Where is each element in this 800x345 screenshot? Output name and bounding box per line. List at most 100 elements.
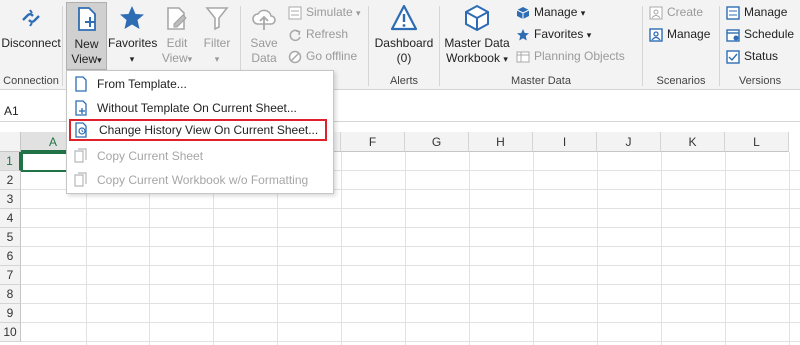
grid-line <box>533 152 534 345</box>
planning-objects-icon <box>516 51 530 63</box>
column-header[interactable]: I <box>533 132 597 152</box>
dashboard-button[interactable]: Dashboard (0) <box>369 4 439 66</box>
filter-button[interactable]: Filter ▾ <box>198 4 236 67</box>
grid-line <box>341 152 342 345</box>
group-separator <box>62 6 63 86</box>
new-document-icon <box>75 100 87 116</box>
column-header[interactable]: H <box>469 132 533 152</box>
grid-line <box>21 227 800 228</box>
row-header[interactable]: 9 <box>0 304 21 323</box>
row-header[interactable]: 6 <box>0 247 21 266</box>
group-alerts: Dashboard (0) Alerts <box>369 0 439 90</box>
new-view-icon <box>77 7 96 31</box>
cube-icon <box>516 6 530 19</box>
chevron-down-icon: ▾ <box>580 8 586 18</box>
disconnect-button[interactable]: Disconnect <box>0 4 62 51</box>
grid-line <box>21 341 800 342</box>
row-header[interactable]: 3 <box>0 190 21 209</box>
name-box[interactable]: A1 <box>0 100 66 122</box>
scenario-create-button[interactable]: Create <box>649 2 703 22</box>
grid-line <box>21 246 800 247</box>
simulate-label: Simulate <box>306 5 353 19</box>
grid-line <box>21 265 800 266</box>
chevron-down-icon: ▾ <box>586 30 592 40</box>
grid-line <box>21 284 800 285</box>
row-header[interactable]: 1 <box>0 152 21 171</box>
grid-line <box>597 152 598 345</box>
column-header[interactable]: J <box>597 132 661 152</box>
calendar-icon <box>726 29 740 42</box>
master-data-favorites-button[interactable]: Favorites ▾ <box>516 24 591 44</box>
master-data-manage-label: Manage <box>534 5 578 19</box>
versions-manage-button[interactable]: Manage <box>726 2 787 22</box>
master-data-workbook-button[interactable]: Master Data Workbook ▾ <box>442 4 512 67</box>
column-header[interactable]: G <box>405 132 469 152</box>
menu-item-copy-workbook[interactable]: Copy Current Workbook w/o Formatting <box>69 169 331 191</box>
simulate-button[interactable]: Simulate ▾ <box>288 2 361 22</box>
group-scenarios: Create Manage Scenarios <box>643 0 719 90</box>
grid-line <box>725 152 726 345</box>
group-label-connection: Connection <box>3 75 59 87</box>
save-data-line2: Data <box>251 51 277 65</box>
new-view-line2: View <box>71 52 98 66</box>
history-document-icon <box>75 122 87 138</box>
scenario-manage-button[interactable]: Manage <box>649 24 710 44</box>
scenario-manage-label: Manage <box>667 27 711 41</box>
manage-versions-icon <box>726 6 740 20</box>
go-offline-icon <box>288 50 302 64</box>
go-offline-button[interactable]: Go offline <box>288 46 357 66</box>
row-header[interactable]: 7 <box>0 266 21 285</box>
new-view-button[interactable]: New View▾ <box>66 2 107 70</box>
group-versions: Manage Schedule Status Versions <box>720 0 800 90</box>
edit-view-icon <box>167 7 187 30</box>
menu-item-label: Without Template On Current Sheet... <box>97 101 297 115</box>
planning-objects-button[interactable]: Planning Objects <box>516 46 625 66</box>
cube-icon <box>465 4 489 32</box>
row-header[interactable]: 5 <box>0 228 21 247</box>
menu-item-change-history-view[interactable]: Change History View On Current Sheet... <box>69 119 327 141</box>
favorites-button[interactable]: Favorites ▾ <box>108 4 158 67</box>
copy-workbook-icon <box>74 172 87 187</box>
row-header[interactable]: 2 <box>0 171 21 190</box>
versions-schedule-button[interactable]: Schedule <box>726 24 794 44</box>
new-view-line1: New <box>74 37 99 51</box>
refresh-icon <box>289 29 301 41</box>
chevron-down-icon: ▾ <box>129 54 135 64</box>
save-data-button[interactable]: Save Data <box>244 4 284 66</box>
filter-label: Filter <box>203 36 231 50</box>
grid-line <box>789 152 790 345</box>
chevron-down-icon: ▾ <box>356 8 361 18</box>
grid-line <box>469 152 470 345</box>
menu-item-label: Copy Current Sheet <box>97 149 204 163</box>
row-header[interactable]: 4 <box>0 209 21 228</box>
row-header[interactable]: 10 <box>0 323 21 342</box>
dashboard-line1: Dashboard <box>374 36 434 50</box>
column-header[interactable]: L <box>725 132 789 152</box>
row-header[interactable]: 8 <box>0 285 21 304</box>
grid-line <box>21 322 800 323</box>
master-data-manage-button[interactable]: Manage ▾ <box>516 2 585 22</box>
menu-item-copy-current-sheet[interactable]: Copy Current Sheet <box>69 145 331 167</box>
versions-status-button[interactable]: Status <box>726 46 778 66</box>
star-icon <box>120 6 144 29</box>
cloud-upload-icon <box>252 9 276 30</box>
save-data-line1: Save <box>250 36 278 50</box>
column-header[interactable]: F <box>341 132 405 152</box>
refresh-button[interactable]: Refresh <box>288 24 348 44</box>
chevron-down-icon: ▾ <box>214 54 220 64</box>
edit-view-button[interactable]: Edit View▾ <box>158 4 196 67</box>
create-icon <box>649 6 663 20</box>
master-data-favorites-label: Favorites <box>534 27 584 41</box>
disconnect-label: Disconnect <box>1 36 61 50</box>
versions-status-label: Status <box>744 49 779 63</box>
select-all-corner[interactable] <box>0 132 21 152</box>
column-header[interactable]: K <box>661 132 725 152</box>
menu-item-without-template[interactable]: Without Template On Current Sheet... <box>69 97 331 119</box>
favorites-label: Favorites <box>108 36 158 50</box>
menu-item-from-template[interactable]: From Template... <box>69 73 331 95</box>
master-data-workbook-line1: Master Data <box>444 36 510 50</box>
grid-line <box>21 208 800 209</box>
chevron-down-icon: ▾ <box>503 54 508 64</box>
menu-item-label: From Template... <box>97 77 187 91</box>
go-offline-label: Go offline <box>306 49 358 63</box>
